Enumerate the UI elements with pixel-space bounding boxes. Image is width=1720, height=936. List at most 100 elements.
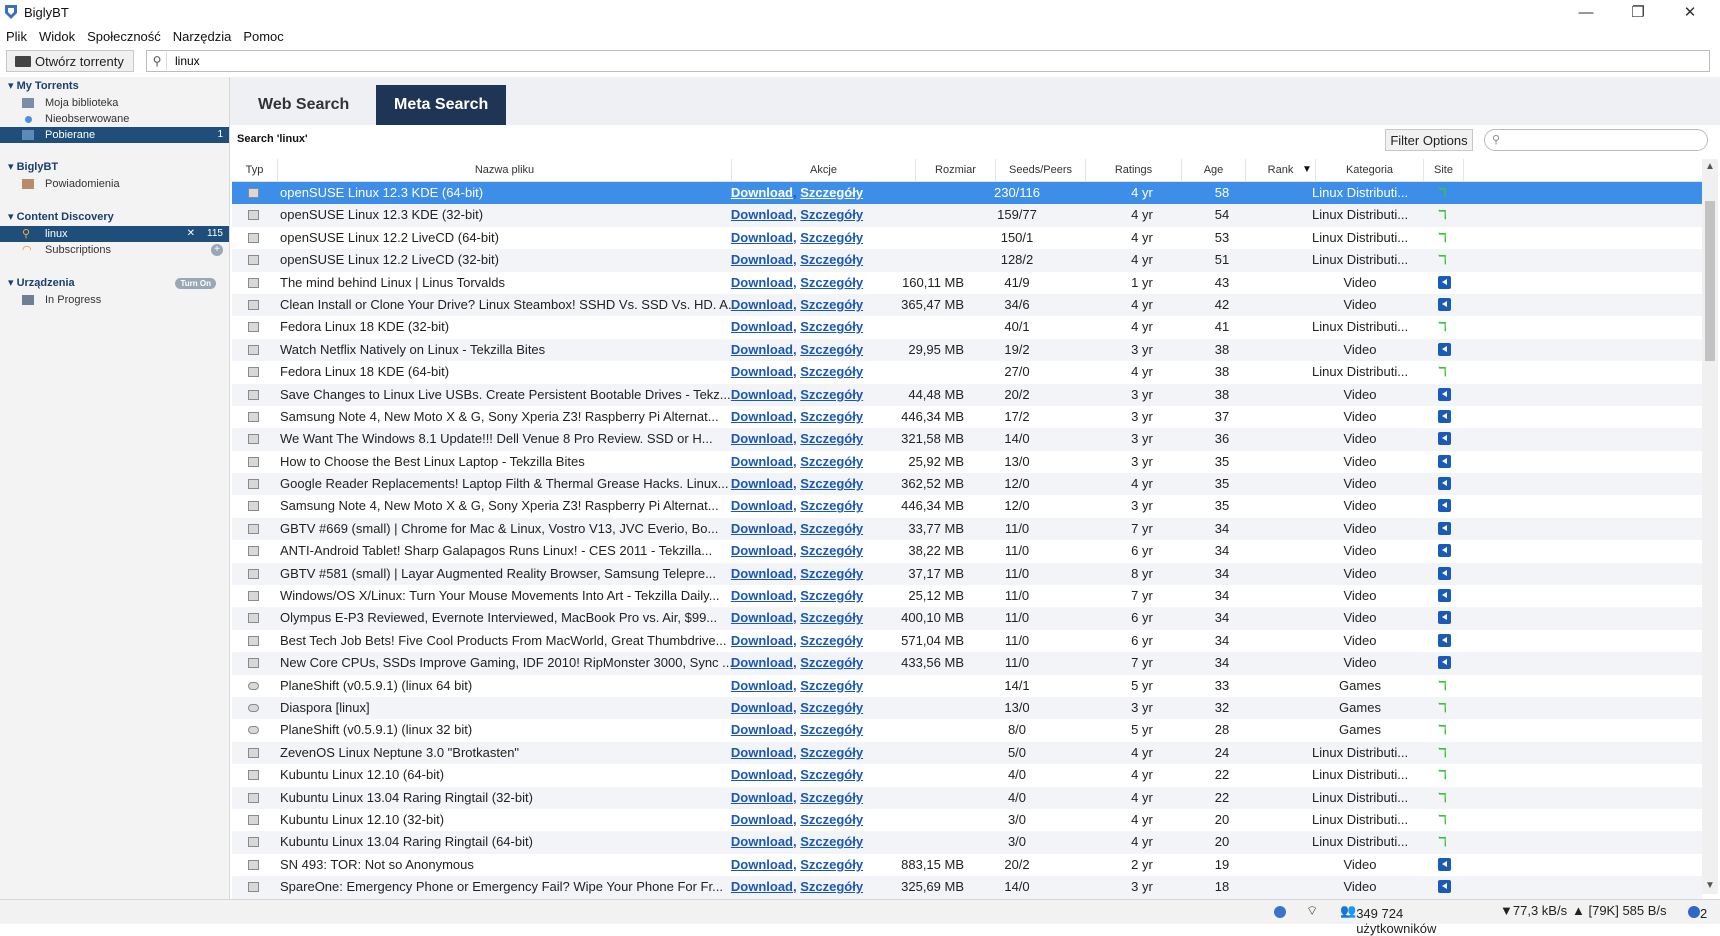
download-link[interactable]: Download bbox=[731, 230, 793, 245]
download-link[interactable]: Download bbox=[731, 678, 793, 693]
details-link[interactable]: Szczegóły bbox=[800, 857, 863, 872]
table-row[interactable]: PlaneShift (v0.5.9.1) (linux 64 bit) Down… bbox=[232, 675, 1702, 697]
table-row[interactable]: openSUSE Linux 12.3 KDE (32-bit) Download… bbox=[232, 204, 1702, 227]
table-row[interactable]: Olympus E-P3 Reviewed, Evernote Intervie… bbox=[232, 607, 1702, 630]
table-row[interactable]: Windows/OS X/Linux: Turn Your Mouse Move… bbox=[232, 585, 1702, 607]
details-link[interactable]: Szczegóły bbox=[800, 498, 863, 513]
filter-options-button[interactable]: Filter Options bbox=[1385, 129, 1473, 151]
details-link[interactable]: Szczegóły bbox=[800, 185, 863, 200]
details-link[interactable]: Szczegóły bbox=[800, 588, 863, 603]
download-link[interactable]: Download bbox=[731, 543, 793, 558]
tab-meta-search[interactable]: Meta Search bbox=[376, 85, 507, 125]
menu-widok[interactable]: Widok bbox=[33, 27, 81, 47]
menu-spolecznosc[interactable]: Społeczność bbox=[81, 27, 167, 47]
menu-narzedzia[interactable]: Narzędzia bbox=[167, 27, 238, 47]
details-link[interactable]: Szczegóły bbox=[800, 812, 863, 827]
download-link[interactable]: Download bbox=[731, 252, 793, 267]
sidebar-group-urzadzenia[interactable]: ▾ Urządzenia Turn On bbox=[8, 276, 222, 289]
upload-speed[interactable]: ▲ [79K] 585 B/s bbox=[1572, 903, 1667, 918]
col-typ[interactable]: Typ bbox=[232, 159, 278, 181]
menu-pomoc[interactable]: Pomoc bbox=[237, 27, 289, 47]
minimize-button[interactable]: — bbox=[1560, 0, 1612, 26]
details-link[interactable]: Szczegóły bbox=[800, 745, 863, 760]
download-link[interactable]: Download bbox=[731, 521, 793, 536]
table-row[interactable]: Clean Install or Clone Your Drive? Linux… bbox=[232, 293, 1702, 317]
turn-on-button[interactable]: Turn On bbox=[175, 278, 216, 289]
download-link[interactable]: Download bbox=[731, 700, 793, 715]
download-link[interactable]: Download bbox=[731, 812, 793, 827]
scroll-thumb[interactable] bbox=[1705, 201, 1715, 361]
download-link[interactable]: Download bbox=[731, 722, 793, 737]
vertical-scrollbar[interactable]: ▲ ▼ bbox=[1702, 159, 1718, 894]
details-link[interactable]: Szczegóły bbox=[800, 454, 863, 469]
table-row[interactable]: Fedora Linux 18 KDE (64-bit) Download, Sz… bbox=[232, 361, 1702, 383]
download-link[interactable]: Download bbox=[731, 588, 793, 603]
table-row[interactable]: Samsung Note 4, New Moto X & G, Sony Xpe… bbox=[232, 406, 1702, 428]
sidebar-item-pobierane[interactable]: Pobierane 1 bbox=[0, 127, 229, 143]
sidebar-item-in-progress[interactable]: In Progress bbox=[0, 292, 229, 308]
info-icon[interactable] bbox=[1274, 903, 1286, 918]
close-button[interactable]: ✕ bbox=[1664, 0, 1716, 26]
col-age[interactable]: Age bbox=[1182, 159, 1246, 181]
details-link[interactable]: Szczegóły bbox=[800, 678, 863, 693]
download-link[interactable]: Download bbox=[731, 319, 793, 334]
download-link[interactable]: Download bbox=[731, 207, 793, 222]
col-ratings[interactable]: Ratings bbox=[1086, 159, 1182, 181]
col-seeds-peers[interactable]: Seeds/Peers bbox=[996, 159, 1086, 181]
download-link[interactable]: Download bbox=[731, 610, 793, 625]
download-link[interactable]: Download bbox=[731, 767, 793, 782]
table-row[interactable]: Diaspora [linux] Download, Szczegóły 13/0 3… bbox=[232, 696, 1702, 720]
download-link[interactable]: Download bbox=[731, 297, 793, 312]
scroll-up-icon[interactable]: ▲ bbox=[1702, 159, 1718, 175]
sidebar-item-linux[interactable]: ⚲ linux ✕ 115 bbox=[0, 226, 229, 242]
table-row[interactable]: ANTI-Android Tablet! Sharp Galapagos Run… bbox=[232, 540, 1702, 562]
details-link[interactable]: Szczegóły bbox=[800, 722, 863, 737]
download-link[interactable]: Download bbox=[731, 364, 793, 379]
details-link[interactable]: Szczegóły bbox=[800, 275, 863, 290]
details-link[interactable]: Szczegóły bbox=[800, 342, 863, 357]
table-row[interactable]: Fedora Linux 18 KDE (32-bit) Download, Sz… bbox=[232, 316, 1702, 338]
download-link[interactable]: Download bbox=[731, 498, 793, 513]
table-row[interactable]: openSUSE Linux 12.2 LiveCD (64-bit) Downl… bbox=[232, 227, 1702, 249]
sidebar-item-powiadomienia[interactable]: Powiadomienia bbox=[0, 176, 229, 192]
sidebar-item-subscriptions[interactable]: ◠ Subscriptions + bbox=[0, 242, 229, 258]
download-link[interactable]: Download bbox=[731, 476, 793, 491]
search-box[interactable]: ⚲ bbox=[146, 50, 1710, 72]
details-link[interactable]: Szczegóły bbox=[800, 387, 863, 402]
download-link[interactable]: Download bbox=[731, 431, 793, 446]
table-row[interactable]: SN 493: TOR: Not so Anonymous Download, S… bbox=[232, 854, 1702, 876]
tab-web-search[interactable]: Web Search bbox=[240, 85, 367, 125]
col-rozmiar[interactable]: Rozmiar bbox=[916, 159, 996, 181]
table-row[interactable]: Google Reader Replacements! Laptop Filth… bbox=[232, 473, 1702, 496]
alerts-count[interactable]: 2 bbox=[1688, 903, 1707, 921]
table-row[interactable]: Watch Netflix Natively on Linux - Tekzil… bbox=[232, 338, 1702, 362]
sidebar-group-content-discovery[interactable]: ▾ Content Discovery bbox=[8, 210, 114, 223]
search-input[interactable] bbox=[173, 53, 1677, 69]
table-row[interactable]: GBTV #581 (small) | Layar Augmented Real… bbox=[232, 562, 1702, 586]
maximize-button[interactable]: ❐ bbox=[1612, 0, 1664, 26]
download-link[interactable]: Download bbox=[731, 633, 793, 648]
details-link[interactable]: Szczegóły bbox=[800, 521, 863, 536]
details-link[interactable]: Szczegóły bbox=[800, 207, 863, 222]
table-row[interactable]: openSUSE Linux 12.2 LiveCD (32-bit) Downl… bbox=[232, 249, 1702, 272]
search-icon[interactable]: ⚲ bbox=[148, 52, 167, 70]
details-link[interactable]: Szczegóły bbox=[800, 790, 863, 805]
download-link[interactable]: Download bbox=[731, 342, 793, 357]
col-akcje[interactable]: Akcje bbox=[732, 159, 916, 181]
download-link[interactable]: Download bbox=[731, 655, 793, 670]
details-link[interactable]: Szczegóły bbox=[800, 409, 863, 424]
table-row[interactable]: Kubuntu Linux 13.04 Raring Ringtail (64-… bbox=[232, 831, 1702, 854]
table-row[interactable]: Save Changes to Linux Live USBs. Create … bbox=[232, 383, 1702, 406]
table-row[interactable]: We Want The Windows 8.1 Update!!! Dell V… bbox=[232, 428, 1702, 451]
sidebar-item-nieobserwowane[interactable]: Nieobserwowane bbox=[0, 111, 229, 127]
filter-input[interactable]: ⚲ bbox=[1484, 129, 1708, 151]
details-link[interactable]: Szczegóły bbox=[800, 700, 863, 715]
table-row[interactable]: Samsung Note 4, New Moto X & G, Sony Xpe… bbox=[232, 495, 1702, 517]
download-link[interactable]: Download bbox=[731, 185, 793, 200]
details-link[interactable]: Szczegóły bbox=[800, 319, 863, 334]
details-link[interactable]: Szczegóły bbox=[800, 252, 863, 267]
table-row[interactable]: Kubuntu Linux 12.10 (32-bit) Download, Sz… bbox=[232, 809, 1702, 831]
scroll-down-icon[interactable]: ▼ bbox=[1702, 878, 1718, 894]
details-link[interactable]: Szczegóły bbox=[800, 633, 863, 648]
open-torrents-button[interactable]: Otwórz torrenty bbox=[6, 50, 134, 72]
